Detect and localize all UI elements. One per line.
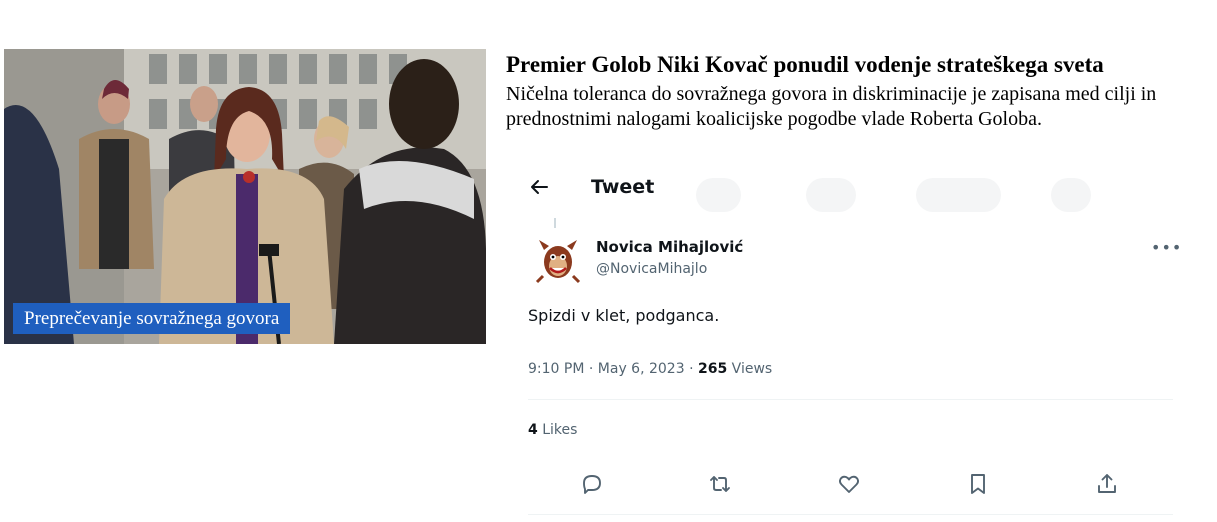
views-label: Views: [731, 361, 773, 377]
author-name[interactable]: Novica Mihajlović: [596, 238, 743, 256]
blurred-element: [1051, 178, 1091, 212]
meta-separator: ·: [588, 361, 598, 377]
likes-stat[interactable]: 4 Likes: [528, 422, 577, 434]
article-photo[interactable]: [4, 49, 486, 344]
divider: [528, 399, 1173, 400]
article-headline[interactable]: Premier Golob Niki Kovač ponudil vodenje…: [506, 52, 1104, 78]
divider: [528, 514, 1173, 515]
blurred-element: [916, 178, 1001, 212]
more-options-icon[interactable]: •••: [1151, 238, 1182, 257]
author-handle[interactable]: @NovicaMihajlo: [596, 261, 707, 277]
bookmark-icon[interactable]: [966, 472, 992, 498]
tweet-header-title: Tweet: [591, 176, 655, 198]
article-lead: Ničelna toleranca do sovražnega govora i…: [506, 83, 1157, 130]
share-icon[interactable]: [1095, 472, 1121, 498]
photo-caption: Preprečevanje sovražnega govora: [13, 303, 291, 334]
blurred-element: [696, 178, 741, 212]
likes-count: 4: [528, 422, 538, 434]
tweet-date[interactable]: May 6, 2023: [598, 361, 685, 377]
tweet-embed: Tweet Novica Mihajlović @NovicaMihajlo •…: [506, 162, 1196, 522]
tweet-text: Spizdi v klet, podganca.: [528, 306, 720, 325]
avatar[interactable]: [531, 232, 585, 286]
divider: [554, 218, 556, 228]
arrow-left-icon[interactable]: [528, 176, 550, 198]
reply-icon[interactable]: [580, 472, 606, 498]
tweet-meta: 9:10 PM · May 6, 2023 · 265 Views: [528, 361, 772, 377]
views-count: 265: [697, 361, 728, 377]
likes-label: Likes: [542, 422, 578, 434]
retweet-icon[interactable]: [708, 472, 734, 498]
blurred-element: [806, 178, 856, 212]
like-icon[interactable]: [837, 472, 863, 498]
meta-separator: ·: [689, 361, 698, 377]
tweet-time[interactable]: 9:10 PM: [528, 361, 584, 377]
